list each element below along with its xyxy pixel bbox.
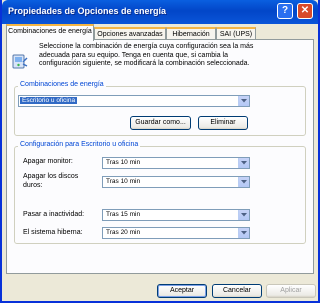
disks-off-value: Tras 10 min (106, 178, 141, 185)
chevron-down-icon[interactable] (238, 96, 249, 106)
hibernate-select[interactable]: Tras 20 min (102, 227, 250, 239)
power-scheme-value: Escritorio u oficina (20, 97, 78, 104)
monitor-off-label: Apagar monitor: (23, 158, 73, 165)
scheme-description: Seleccione la combinación de energía cuy… (39, 43, 254, 67)
standby-select[interactable]: Tras 15 min (102, 209, 250, 221)
delete-button[interactable]: Eliminar (198, 116, 248, 130)
title-bar[interactable]: Propiedades de Opciones de energía ? ✕ (2, 0, 318, 24)
power-scheme-select[interactable]: Escritorio u oficina (18, 95, 250, 107)
standby-label: Pasar a inactividad: (23, 211, 85, 218)
monitor-off-select[interactable]: Tras 10 min (102, 157, 250, 169)
chevron-down-icon[interactable] (238, 210, 249, 220)
ok-button[interactable]: Aceptar (157, 284, 207, 298)
power-plug-icon (12, 54, 28, 69)
power-schemes-group-label: Combinaciones de energía (18, 81, 106, 88)
tab-power-schemes[interactable]: Combinaciones de energía (6, 24, 94, 41)
standby-value: Tras 15 min (106, 211, 141, 218)
disks-off-label: Apagar los discos duros: (23, 173, 79, 189)
chevron-down-icon[interactable] (238, 177, 249, 187)
save-as-button[interactable]: Guardar como... (130, 116, 191, 130)
scheme-settings-group-label: Configuración para Escritorio u oficina (18, 141, 141, 148)
hibernate-value: Tras 20 min (106, 229, 141, 236)
cancel-button[interactable]: Cancelar (212, 284, 262, 298)
monitor-off-value: Tras 10 min (106, 159, 141, 166)
chevron-down-icon[interactable] (238, 228, 249, 238)
close-button[interactable]: ✕ (297, 3, 313, 19)
chevron-down-icon[interactable] (238, 158, 249, 168)
help-button[interactable]: ? (277, 3, 293, 19)
apply-button[interactable]: Aplicar (266, 284, 316, 298)
hibernate-label: El sistema hiberna: (23, 229, 83, 236)
disks-off-select[interactable]: Tras 10 min (102, 176, 250, 188)
dialog-window: Propiedades de Opciones de energía ? ✕ C… (0, 0, 320, 303)
window-title: Propiedades de Opciones de energía (8, 6, 167, 16)
